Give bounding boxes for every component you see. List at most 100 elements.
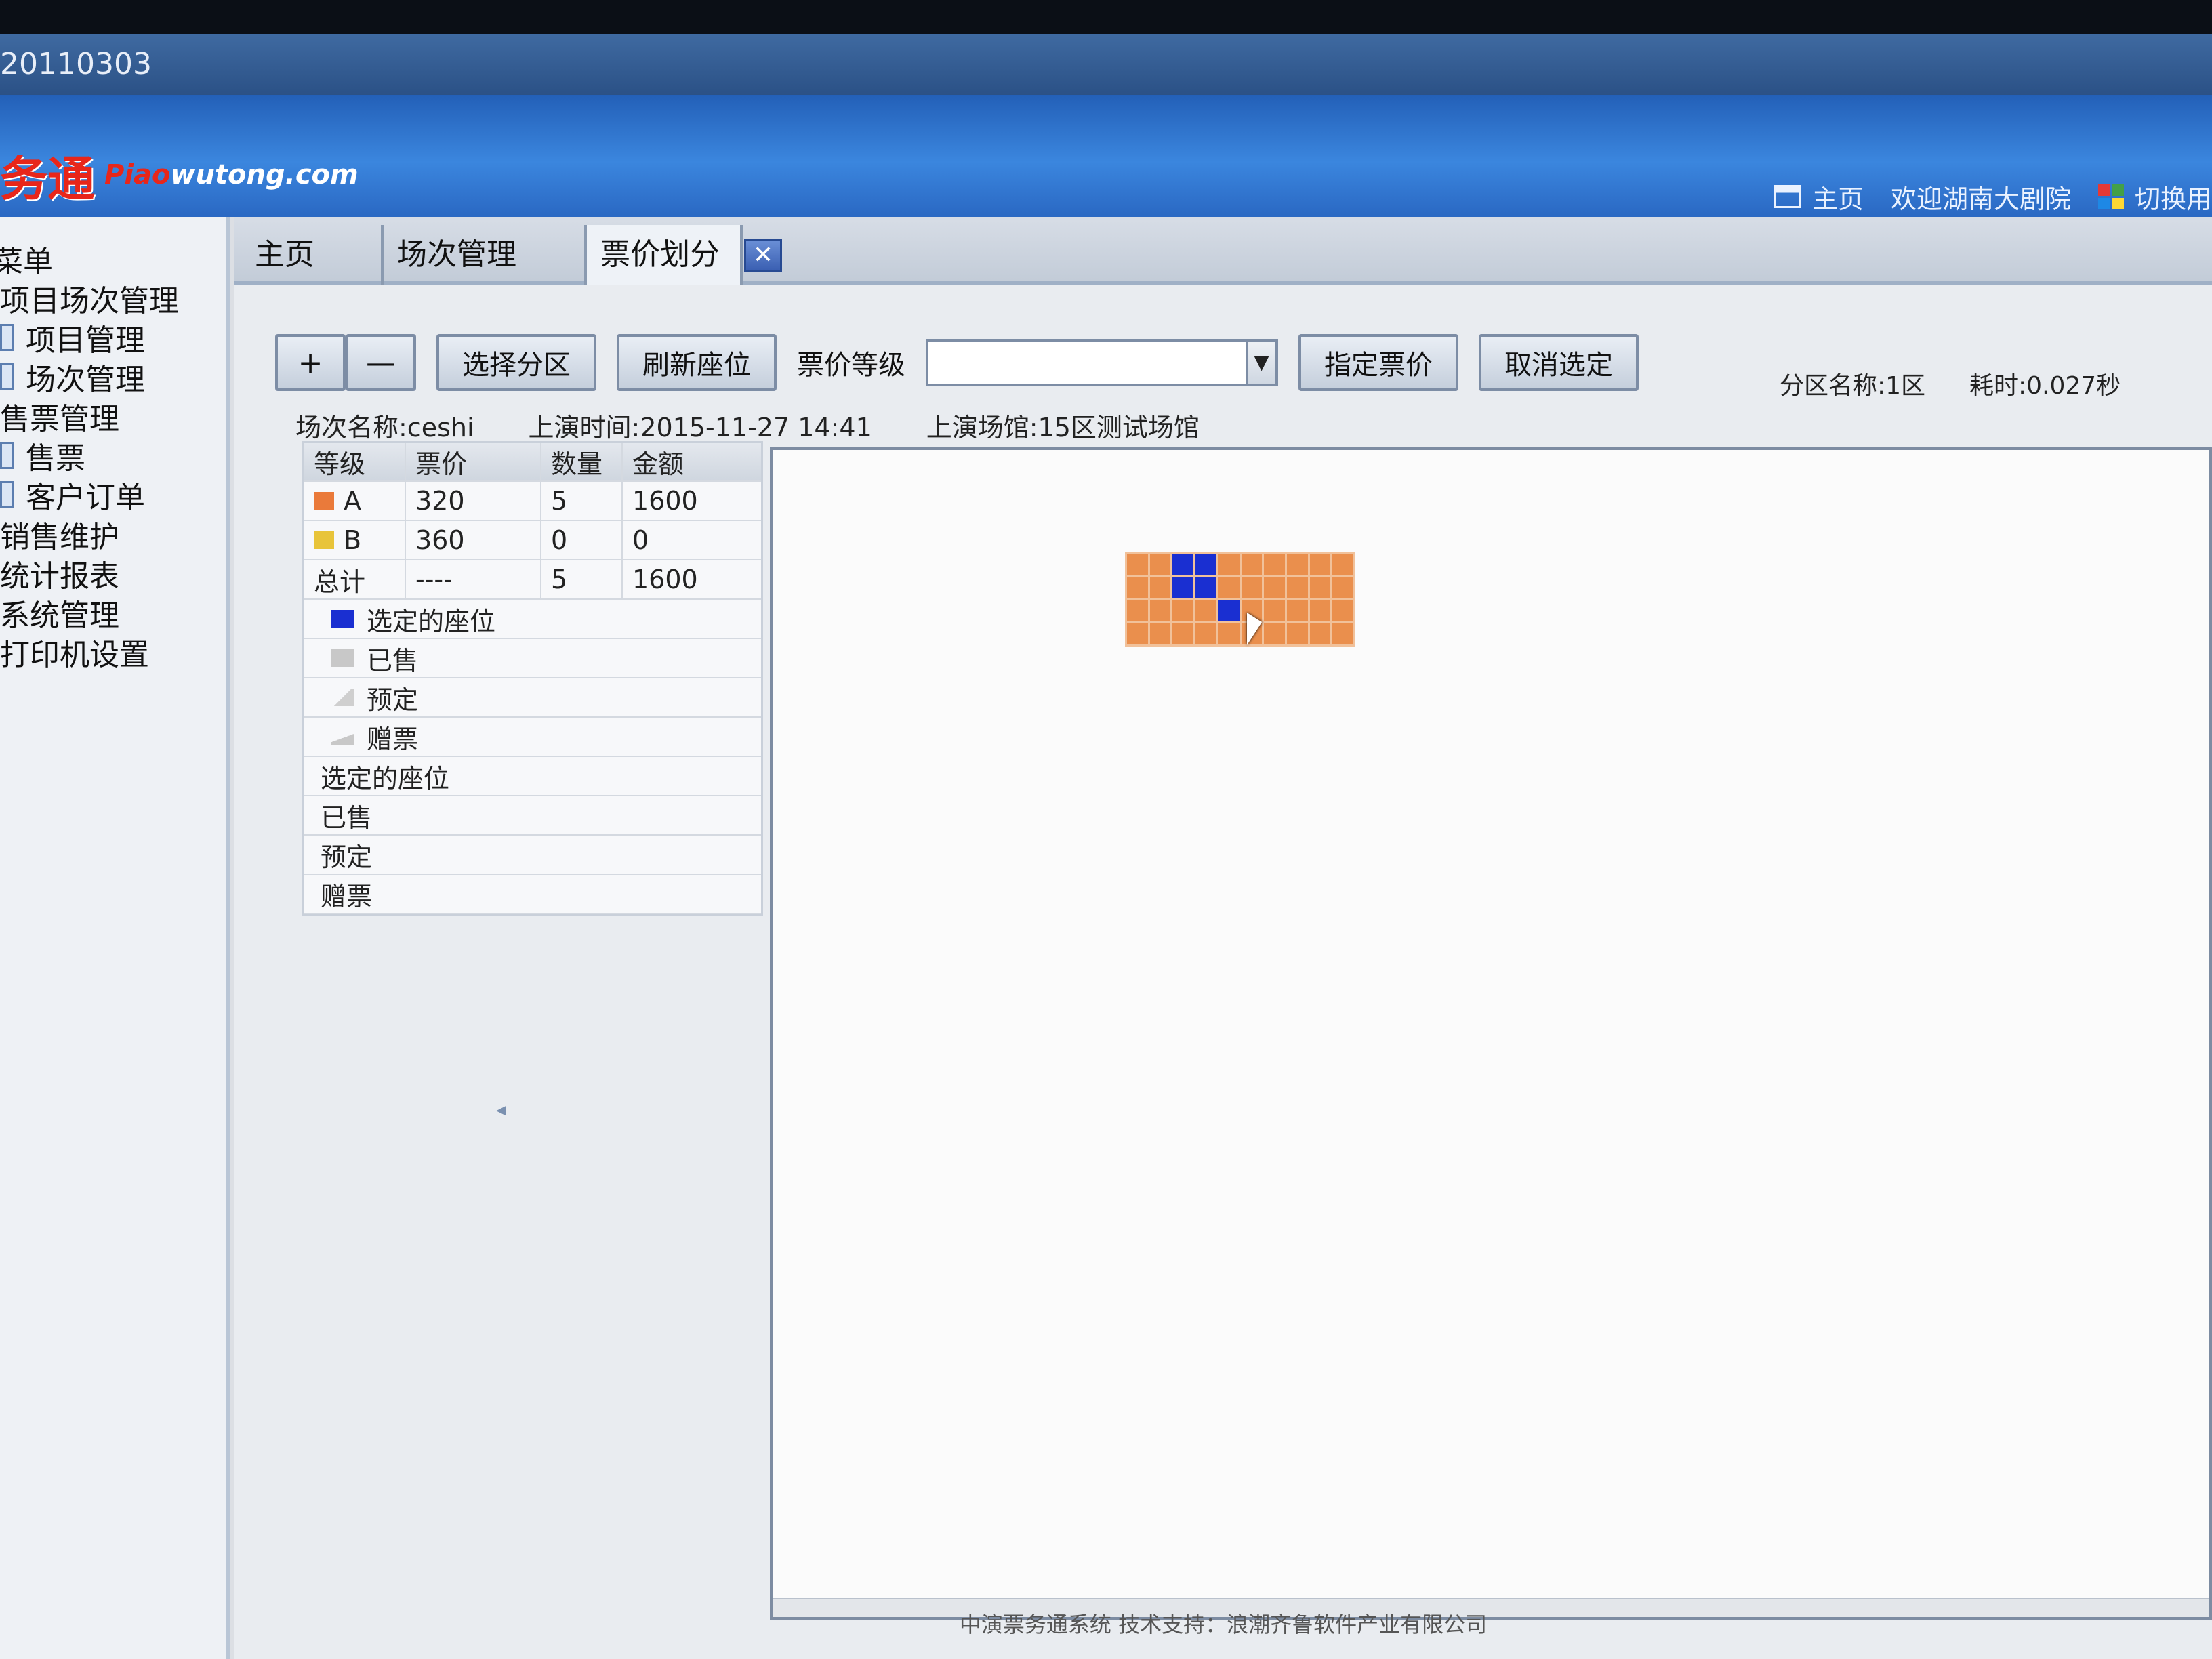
sidebar-item-orders[interactable]: 客户订单: [0, 473, 145, 516]
seat[interactable]: [1127, 600, 1148, 621]
seat[interactable]: [1149, 554, 1171, 575]
sidebar-item-label: 打印机设置: [0, 638, 149, 672]
zoom-out-button[interactable]: —: [346, 334, 416, 391]
price-level-select[interactable]: ▼: [926, 339, 1278, 386]
legend-text-gift: 赠票: [304, 875, 761, 914]
sidebar-item-menu: 菜单: [0, 237, 53, 281]
sidebar-item-printer[interactable]: 打印机设置: [0, 630, 149, 674]
seat[interactable]: [1241, 577, 1263, 598]
seat[interactable]: [1286, 577, 1308, 598]
qty-cell: 5: [541, 560, 623, 598]
seat[interactable]: [1309, 554, 1331, 575]
close-icon[interactable]: ✕: [744, 239, 782, 272]
assign-price-button[interactable]: 指定票价: [1298, 334, 1458, 391]
tab-home[interactable]: 主页: [241, 225, 384, 285]
amount-cell: 1600: [632, 486, 698, 516]
seat-selected[interactable]: [1172, 577, 1194, 598]
seat[interactable]: [1127, 623, 1148, 644]
tab-price-division[interactable]: 票价划分: [587, 225, 743, 285]
seat[interactable]: [1309, 600, 1331, 621]
seat[interactable]: [1286, 623, 1308, 644]
seat-selected[interactable]: [1195, 577, 1216, 598]
session-info: 场次名称:ceshi 上演时间:2015-11-27 14:41 上演场馆:15…: [295, 407, 1200, 444]
legend-label: 选定的座位: [367, 606, 496, 636]
gift-ticket-icon: [331, 728, 354, 745]
sidebar-item-label: 菜单: [0, 245, 53, 279]
seat[interactable]: [1309, 577, 1331, 598]
tab-session-management[interactable]: 场次管理: [384, 225, 587, 285]
seat[interactable]: [1127, 554, 1148, 575]
color-swatch: [314, 492, 334, 510]
sidebar-item-sales[interactable]: 销售维护: [0, 512, 119, 556]
logo-en-rest: wutong.com: [170, 159, 359, 190]
sidebar-item-sell[interactable]: 售票: [0, 434, 85, 477]
seat[interactable]: [1332, 577, 1353, 598]
seat[interactable]: [1332, 600, 1353, 621]
sidebar-item-label: 销售维护: [0, 520, 119, 554]
seat[interactable]: [1195, 600, 1216, 621]
seat-selected[interactable]: [1195, 554, 1216, 575]
seat[interactable]: [1195, 623, 1216, 644]
sidebar-item-reports[interactable]: 统计报表: [0, 552, 119, 595]
sidebar-item-session[interactable]: 场次管理: [0, 355, 145, 398]
seat[interactable]: [1149, 623, 1171, 644]
logo-en-prefix: Piao: [104, 159, 171, 190]
seat[interactable]: [1149, 577, 1171, 598]
seat[interactable]: [1264, 600, 1285, 621]
home-link[interactable]: 主页: [1774, 178, 1864, 216]
price-cell: 360: [406, 521, 541, 559]
seat[interactable]: [1127, 577, 1148, 598]
seat[interactable]: [1218, 623, 1240, 644]
legend-label: 预定: [367, 684, 419, 715]
seat-canvas[interactable]: [770, 447, 2212, 1620]
seat[interactable]: [1218, 577, 1240, 598]
legend-item-selected: 选定的座位: [304, 600, 761, 639]
legend-label: 赠票: [367, 724, 419, 754]
seat[interactable]: [1264, 623, 1285, 644]
switch-user-link[interactable]: 切换用: [2097, 178, 2212, 216]
seat[interactable]: [1218, 554, 1240, 575]
sidebar-item-ticketing[interactable]: 售票管理: [0, 394, 119, 438]
cancel-selection-button[interactable]: 取消选定: [1479, 334, 1639, 391]
seat[interactable]: [1332, 554, 1353, 575]
seat[interactable]: [1286, 554, 1308, 575]
seat[interactable]: [1264, 577, 1285, 598]
price-cell: 320: [406, 482, 541, 520]
seat-map[interactable]: [1125, 552, 1355, 647]
collapse-handle[interactable]: ◂: [496, 1098, 516, 1186]
switch-label: 切换用: [2134, 184, 2212, 214]
seat[interactable]: [1241, 554, 1263, 575]
table-row[interactable]: A 320 5 1600: [304, 482, 761, 521]
sold-seat-swatch: [331, 649, 354, 667]
window-title: 20110303: [0, 47, 152, 81]
top-nav: 主页 欢迎湖南大剧院 切换用: [1774, 176, 2212, 217]
sidebar-item-project-session[interactable]: 项目场次管理: [0, 276, 179, 320]
seat-selected[interactable]: [1172, 554, 1194, 575]
level-cell: A: [304, 482, 406, 520]
column-header: 等级: [304, 443, 406, 480]
welcome-label: 欢迎湖南大剧院: [1890, 184, 2071, 214]
logo-cn-text: 务通: [0, 150, 95, 207]
seat[interactable]: [1286, 600, 1308, 621]
chevron-down-icon[interactable]: ▼: [1246, 342, 1275, 384]
sidebar-item-project[interactable]: 项目管理: [0, 316, 145, 359]
select-zone-button[interactable]: 选择分区: [436, 334, 596, 391]
seat[interactable]: [1172, 623, 1194, 644]
welcome-text: 欢迎湖南大剧院: [1891, 178, 2071, 216]
seat-selected[interactable]: [1218, 600, 1240, 621]
header-banner: 务通 Piaowutong.com 主页 欢迎湖南大剧院 切换用: [0, 95, 2212, 217]
seat[interactable]: [1172, 600, 1194, 621]
seat[interactable]: [1332, 623, 1353, 644]
legend-item-reserved: 预定: [304, 678, 761, 718]
seat[interactable]: [1149, 600, 1171, 621]
tree-node-icon: [0, 481, 14, 508]
seat[interactable]: [1309, 623, 1331, 644]
sidebar-item-system[interactable]: 系统管理: [0, 591, 119, 634]
mouse-cursor-icon: [1247, 613, 1262, 645]
level-text: A: [344, 486, 361, 516]
refresh-seats-button[interactable]: 刷新座位: [617, 334, 777, 391]
zoom-in-button[interactable]: +: [275, 334, 346, 391]
table-row[interactable]: B 360 0 0: [304, 521, 761, 560]
seat[interactable]: [1264, 554, 1285, 575]
sidebar-item-label: 售票管理: [0, 402, 119, 436]
